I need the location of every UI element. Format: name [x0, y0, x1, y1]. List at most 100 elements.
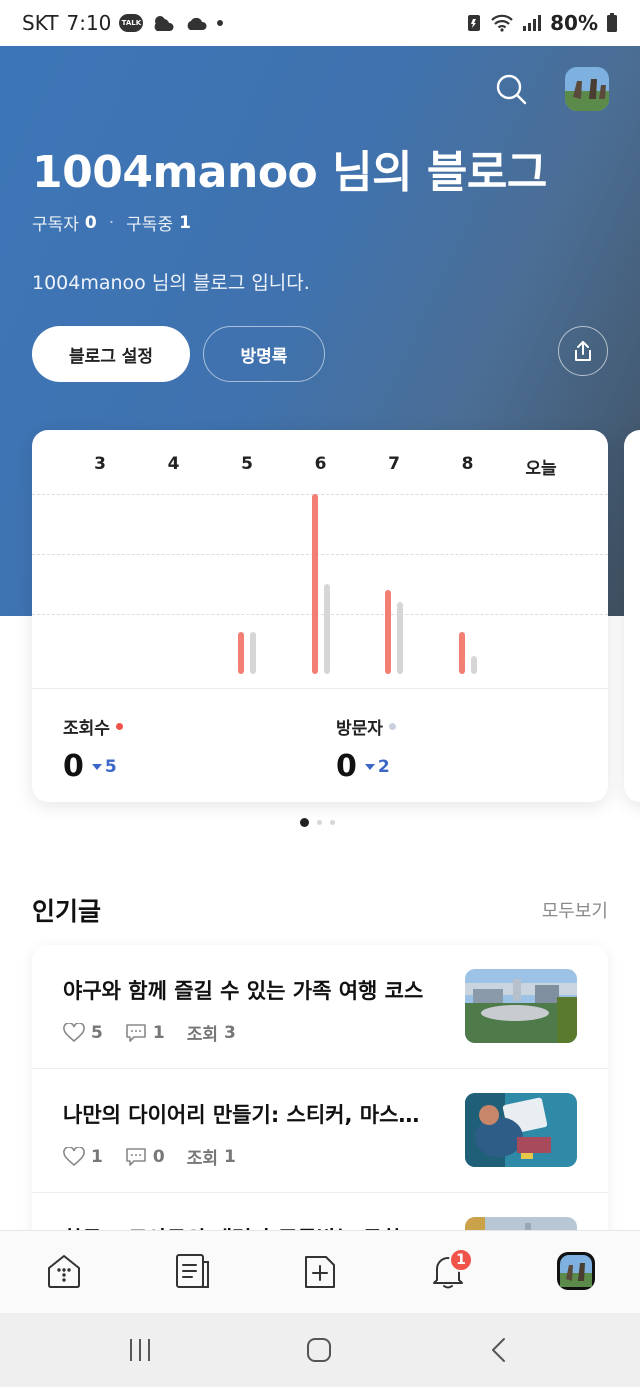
visitors-bar[interactable]: [250, 632, 256, 674]
nav-home[interactable]: [44, 1251, 84, 1291]
bottom-navigation: [0, 1230, 640, 1313]
comment-icon[interactable]: [125, 1147, 147, 1167]
subscribing-label[interactable]: 구독중: [126, 210, 173, 235]
visitors-delta: 2: [364, 756, 390, 777]
like-count: 1: [91, 1146, 103, 1167]
visitors-legend-dot: [388, 723, 396, 730]
heart-icon[interactable]: [63, 1146, 85, 1167]
down-arrow-icon: [364, 763, 375, 770]
heart-icon[interactable]: [63, 1022, 85, 1043]
carrier-label: SKT: [22, 11, 59, 35]
post-meta: 1 0 조회 1: [63, 1144, 236, 1169]
list-item[interactable]: 야구와 함께 즐길 수 있는 가족 여행 코스 5 1 조회 3: [32, 945, 608, 1069]
guestbook-button[interactable]: 방명록: [203, 326, 325, 382]
write-icon: [305, 1256, 335, 1288]
profile-avatar[interactable]: [565, 67, 609, 111]
nav-write[interactable]: [300, 1251, 340, 1291]
down-arrow-icon: [91, 763, 102, 770]
cloud-icon: [188, 17, 207, 30]
views-label: 조회: [186, 1025, 218, 1045]
share-button[interactable]: [558, 326, 608, 376]
weather-icon: [155, 16, 174, 31]
separator-dot: ·: [108, 212, 115, 233]
views-legend-dot: [115, 723, 123, 730]
kakaotalk-icon: TALK: [119, 14, 144, 32]
view-count: 3: [223, 1022, 236, 1043]
system-navigation-bar: [0, 1313, 640, 1387]
x-tick-label: 7: [388, 454, 400, 474]
comment-count: 0: [152, 1146, 165, 1167]
back-icon[interactable]: [489, 1337, 509, 1363]
subscription-stats: 구독자 0 · 구독중 1: [32, 210, 191, 236]
comment-icon[interactable]: [125, 1023, 147, 1043]
home-button-icon[interactable]: [306, 1337, 332, 1363]
visitors-bar[interactable]: [323, 584, 330, 674]
card-divider: [32, 688, 608, 689]
nav-posts[interactable]: [172, 1251, 212, 1291]
like-count: 5: [91, 1022, 103, 1043]
views-label: 조회: [186, 1149, 218, 1169]
x-tick-label: 6: [314, 454, 327, 474]
stats-card[interactable]: 3 4 5 6 7 8 오늘 조회수 0 5 방문자 0 2: [32, 430, 608, 802]
status-bar: SKT 7:10 TALK 80%: [0, 0, 640, 46]
subscribers-count[interactable]: 0: [85, 213, 97, 233]
views-label: 조회수: [63, 719, 110, 739]
views-value: 0: [63, 749, 84, 784]
views-bar[interactable]: [458, 632, 465, 674]
next-stats-card[interactable]: [624, 430, 640, 802]
home-icon: [48, 1255, 80, 1288]
post-title: 나만의 다이어리 만들기: 스티커, 마스킹테이프 활용법: [63, 1103, 425, 1127]
x-tick-label: 오늘: [525, 459, 557, 479]
grid-line: [32, 494, 608, 495]
pager-dot: [330, 820, 335, 825]
clock: 7:10: [66, 11, 112, 35]
views-bar[interactable]: [238, 632, 244, 674]
grid-line: [32, 614, 608, 615]
blog-settings-button[interactable]: 블로그 설정: [32, 326, 190, 382]
profile-avatar-icon: [557, 1252, 595, 1290]
views-bar[interactable]: [385, 590, 391, 674]
visitors-bar[interactable]: [470, 656, 477, 674]
card-pager: [300, 818, 335, 827]
x-tick-label: 5: [241, 454, 253, 474]
post-meta: 5 1 조회 3: [63, 1020, 236, 1045]
x-tick-label: 3: [94, 454, 106, 474]
notification-dot-icon: [217, 20, 224, 26]
visitors-label: 방문자: [336, 719, 383, 739]
popular-posts-title: 인기글: [32, 897, 102, 926]
visitors-value: 0: [336, 749, 357, 784]
pager-dot-active: [300, 818, 309, 827]
avatar-image: [565, 67, 609, 111]
views-delta: 5: [91, 756, 117, 777]
battery-icon: [607, 13, 617, 32]
x-tick-label: 8: [461, 454, 474, 474]
visitors-metric: 방문자 0 2: [336, 714, 396, 784]
views-bar[interactable]: [311, 494, 318, 674]
popular-posts-list: 야구와 함께 즐길 수 있는 가족 여행 코스 5 1 조회 3 나만의 다이어…: [32, 945, 608, 1245]
views-delta-value: 5: [104, 756, 117, 777]
pager-dot: [317, 820, 322, 825]
recent-apps-icon[interactable]: [127, 1337, 153, 1363]
visitors-bar[interactable]: [397, 602, 403, 674]
post-thumbnail: [465, 1093, 577, 1167]
comment-count: 1: [152, 1022, 165, 1043]
see-all-link[interactable]: 모두보기: [542, 897, 608, 923]
view-count: 1: [223, 1146, 236, 1167]
grid-line: [32, 554, 608, 555]
list-item[interactable]: 나만의 다이어리 만들기: 스티커, 마스킹테이프 활용법 1 0 조회 1: [32, 1069, 608, 1193]
post-thumbnail: [465, 969, 577, 1043]
battery-saver-icon: [468, 15, 481, 31]
x-tick-label: 4: [167, 454, 180, 474]
notification-badge: 1: [449, 1248, 473, 1272]
search-icon: [496, 74, 527, 105]
visitors-delta-value: 2: [377, 756, 390, 777]
views-metric: 조회수 0 5: [63, 714, 123, 784]
subscribers-label[interactable]: 구독자: [32, 210, 79, 235]
kakaotalk-icon-label: TALK: [121, 19, 142, 27]
share-icon: [575, 341, 591, 361]
post-list-icon: [176, 1254, 209, 1288]
post-title: 야구와 함께 즐길 수 있는 가족 여행 코스: [63, 979, 424, 1003]
subscribing-count[interactable]: 1: [179, 213, 191, 233]
nav-profile[interactable]: [556, 1251, 596, 1291]
search-button[interactable]: [494, 72, 528, 106]
